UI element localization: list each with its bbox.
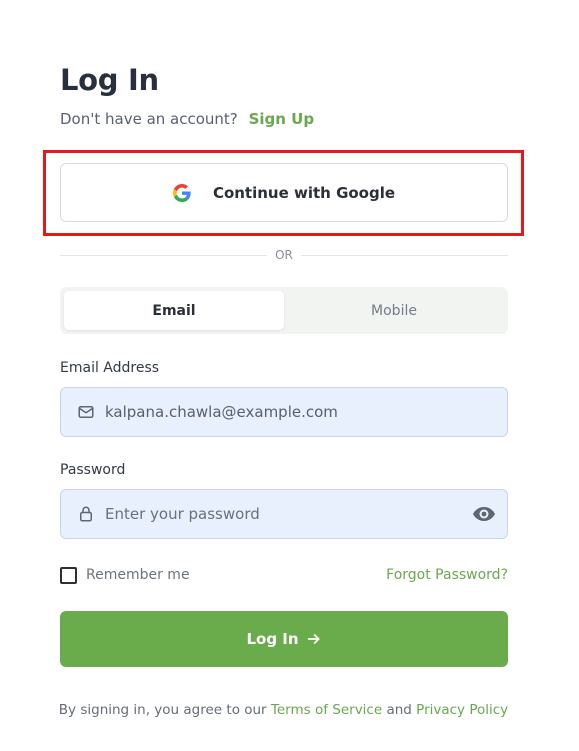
divider-line-left xyxy=(60,254,268,256)
eye-icon[interactable] xyxy=(472,502,496,526)
lock-icon xyxy=(80,506,92,522)
email-label: Email Address xyxy=(60,360,160,376)
tab-email[interactable]: Email xyxy=(64,291,284,330)
privacy-policy-link[interactable]: Privacy Policy xyxy=(416,702,508,718)
login-method-tabs: Email Mobile xyxy=(60,287,508,334)
google-icon xyxy=(172,183,191,202)
email-field-container xyxy=(60,387,508,437)
remember-me-label[interactable]: Remember me xyxy=(86,567,190,583)
tab-mobile[interactable]: Mobile xyxy=(284,291,504,330)
terms-of-service-link[interactable]: Terms of Service xyxy=(271,702,382,718)
password-field-container xyxy=(60,489,508,539)
forgot-password-link[interactable]: Forgot Password? xyxy=(386,567,508,583)
mail-icon xyxy=(78,406,94,418)
arrow-right-icon xyxy=(307,634,320,644)
signup-prompt-text: Don't have an account? xyxy=(60,110,238,128)
login-button[interactable]: Log In xyxy=(60,611,508,667)
terms-conjunction: and xyxy=(386,702,412,718)
remember-me: Remember me xyxy=(60,566,190,584)
login-page: Log In Don't have an account? Sign Up Co… xyxy=(0,0,579,751)
remember-forgot-row: Remember me Forgot Password? xyxy=(60,564,508,586)
password-label: Password xyxy=(60,462,126,478)
remember-me-checkbox[interactable] xyxy=(60,566,77,584)
continue-with-google-button[interactable]: Continue with Google xyxy=(60,163,508,222)
divider-line-right xyxy=(300,254,509,256)
terms-prefix: By signing in, you agree to our xyxy=(58,702,267,718)
google-button-label: Continue with Google xyxy=(212,183,396,202)
email-field[interactable] xyxy=(95,387,507,437)
signup-link[interactable]: Sign Up xyxy=(249,110,315,128)
signup-prompt-row: Don't have an account? Sign Up xyxy=(60,108,314,130)
terms-notice: By signing in, you agree to our Terms of… xyxy=(0,700,567,720)
page-title: Log In xyxy=(60,63,159,97)
or-divider: OR xyxy=(60,246,509,264)
login-button-label: Log In xyxy=(246,630,299,648)
password-field[interactable] xyxy=(95,489,472,539)
divider-label: OR xyxy=(275,248,293,262)
